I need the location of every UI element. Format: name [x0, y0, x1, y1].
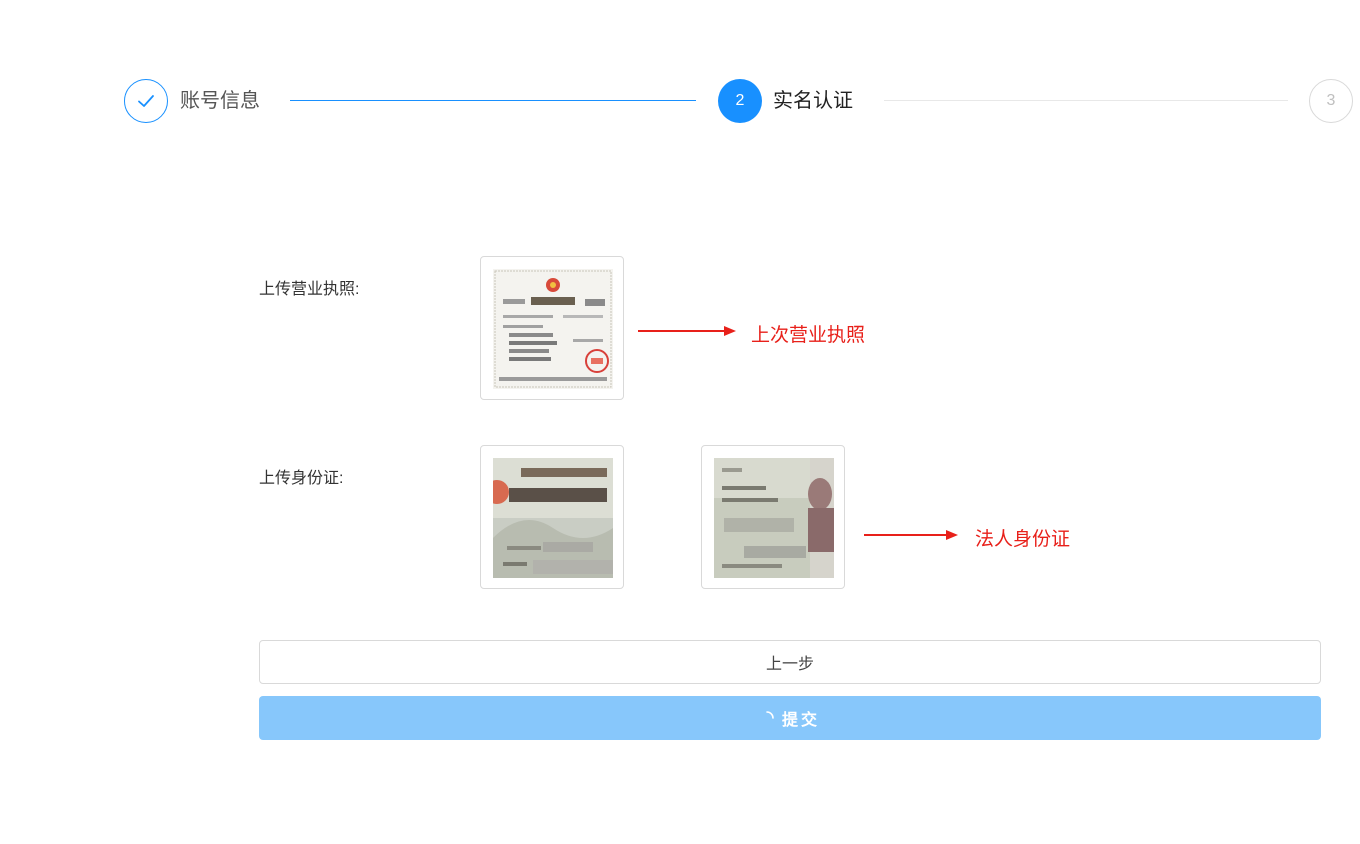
step-2-title: 实名认证: [773, 90, 853, 112]
id-annotation: 法人身份证: [975, 529, 1071, 550]
previous-step-label: 上一步: [765, 656, 814, 673]
step-1-title: 账号信息: [180, 90, 260, 112]
id-card-front-thumbnail: [493, 458, 613, 578]
annotation-arrow-icon: [864, 530, 958, 540]
step-connector-2: [884, 100, 1288, 101]
id-front-upload-card[interactable]: [480, 445, 624, 589]
step-2-number: 2: [718, 79, 762, 123]
loading-spinner-icon: [766, 711, 774, 719]
submit-button[interactable]: 提交: [259, 696, 1321, 740]
annotation-arrow-icon: [638, 326, 736, 336]
license-upload-card[interactable]: [480, 256, 624, 400]
step-1-finished: [124, 79, 168, 123]
previous-step-button[interactable]: 上一步: [259, 640, 1321, 684]
step-connector-1: [290, 100, 696, 101]
id-upload-label: 上传身份证:: [259, 470, 344, 487]
license-upload-label: 上传营业执照:: [259, 281, 360, 298]
steps-bar: 账号信息 2 实名认证 3: [0, 0, 1360, 200]
id-card-back-thumbnail: [714, 458, 834, 578]
check-icon: [138, 95, 154, 107]
id-back-upload-card[interactable]: [701, 445, 845, 589]
submit-label: 提交: [781, 712, 820, 729]
license-annotation: 上次营业执照: [751, 325, 866, 346]
step-3-number: 3: [1309, 79, 1353, 123]
business-license-thumbnail: [493, 269, 613, 389]
